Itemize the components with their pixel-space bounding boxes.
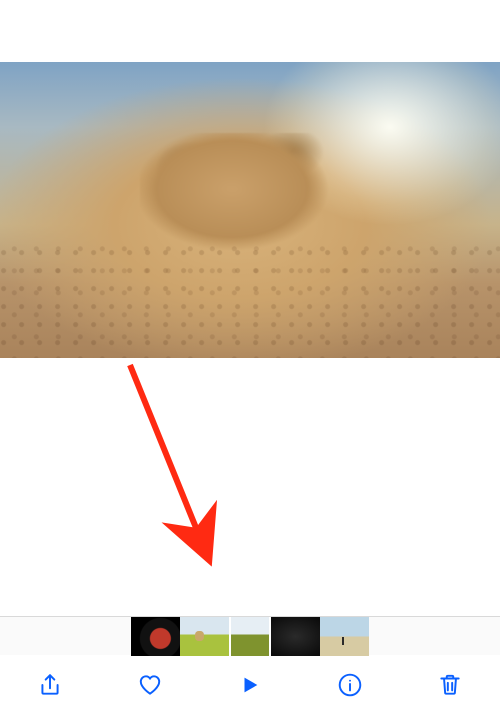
trash-icon [437, 672, 463, 698]
annotation-arrow [120, 355, 230, 575]
thumbnail[interactable] [180, 617, 229, 656]
photos-detail-view [0, 0, 500, 715]
thumbnail-selected[interactable] [229, 617, 271, 656]
info-icon [337, 672, 363, 698]
favorite-button[interactable] [126, 661, 174, 709]
heart-icon [137, 672, 163, 698]
current-photo[interactable] [0, 62, 500, 358]
thumbnail-strip[interactable] [0, 616, 500, 655]
share-button[interactable] [26, 661, 74, 709]
thumbnail[interactable] [131, 617, 180, 656]
play-icon [239, 674, 261, 696]
thumbnail[interactable] [271, 617, 320, 656]
share-icon [37, 672, 63, 698]
bottom-toolbar [0, 655, 500, 715]
info-button[interactable] [326, 661, 374, 709]
photo-stage [0, 0, 500, 616]
play-button[interactable] [226, 661, 274, 709]
delete-button[interactable] [426, 661, 474, 709]
thumbnail[interactable] [320, 617, 369, 656]
